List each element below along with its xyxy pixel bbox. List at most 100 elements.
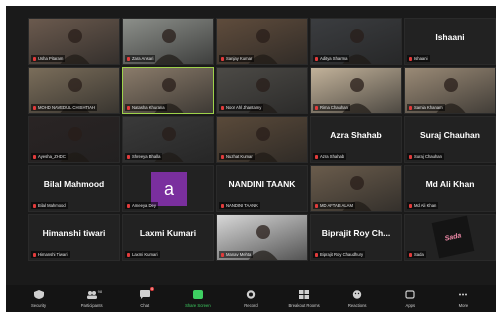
participant-name-label: NANDINI TAANK	[226, 203, 258, 208]
muted-mic-icon	[409, 56, 412, 61]
participant-name-label: Noor Ahl Jhantamy	[226, 105, 262, 110]
toolbar-label: Apps	[405, 302, 416, 308]
participants-icon: 98	[86, 289, 102, 300]
participant-tile[interactable]: NANDINI TAANK NANDINI TAANK	[216, 165, 308, 212]
toolbar-label: Record	[244, 302, 258, 308]
toolbar-apps-button[interactable]: Apps	[392, 290, 428, 308]
participant-name-label: Manav Mehta	[226, 252, 252, 257]
participant-name-label: Suraj Chauhan	[414, 154, 442, 159]
chat-unread-badge: 4	[149, 286, 154, 291]
participant-nameplate: Suraj Chauhan	[407, 153, 444, 160]
apps-icon	[404, 290, 416, 300]
participant-tile[interactable]: Azra Shahab Azra Shahab	[310, 116, 402, 163]
participant-tile[interactable]: Biprajit Roy Ch... Biprajit Roy Chaudhury	[310, 214, 402, 261]
participant-display-name: Suraj Chauhan	[420, 130, 480, 140]
muted-mic-icon	[33, 252, 36, 257]
toolbar-label: Reactions	[347, 302, 367, 308]
participant-name-label: Rima Chauhan	[320, 105, 348, 110]
participant-tile[interactable]: Natasha Khurana	[122, 67, 214, 114]
muted-mic-icon	[127, 56, 130, 61]
toolbar-participants-button[interactable]: 98 Participants	[74, 289, 110, 308]
participant-tile[interactable]: Usha Pitaram	[28, 18, 120, 65]
participant-nameplate: Usha Pitaram	[31, 55, 66, 62]
participant-tile[interactable]: Aditya Sharma	[310, 18, 402, 65]
toolbar-label: Security	[30, 302, 47, 308]
toolbar-label: Breakout Rooms	[288, 302, 320, 308]
participant-tile[interactable]: MOHD NAVEDUL CHISHTIAH	[28, 67, 120, 114]
participant-tile[interactable]: Himanshi tiwari Himanshi Tiwari	[28, 214, 120, 261]
participant-nameplate: Bilal Mahmood	[31, 202, 68, 209]
participant-nameplate: Sanjay Kumar	[219, 55, 255, 62]
participant-tile[interactable]: a Ameeya Dey	[122, 165, 214, 212]
participant-name-label: Nuzhat Kumar	[226, 154, 253, 159]
participant-display-name: Biprajit Roy Ch...	[321, 228, 391, 238]
participant-nameplate: Nuzhat Kumar	[219, 153, 255, 160]
participant-tile[interactable]: Sanjay Kumar	[216, 18, 308, 65]
muted-mic-icon	[33, 56, 36, 61]
reactions-icon	[351, 290, 363, 300]
participant-tile[interactable]: Samia Khanam	[404, 67, 496, 114]
muted-mic-icon	[315, 105, 318, 110]
toolbar-record-button[interactable]: Record	[233, 290, 269, 308]
toolbar-share-screen-button[interactable]: Share Screen	[180, 290, 216, 308]
meeting-toolbar: Security 98 Participants 4 Chat Share Screen R…	[6, 285, 496, 312]
participant-name-label: Aditya Sharma	[320, 56, 348, 61]
participant-name-label: MD AFTAB ALAM	[320, 203, 353, 208]
toolbar-shield-button[interactable]: Security	[21, 290, 57, 308]
participant-tile[interactable]: Rima Chauhan	[310, 67, 402, 114]
participant-tile[interactable]: Bilal Mahmood Bilal Mahmood	[28, 165, 120, 212]
participant-name-label: Bilal Mahmood	[38, 203, 66, 208]
meeting-window: Usha Pitaram Zara Ansari Sanjay Kumar Adity…	[6, 6, 496, 312]
participant-tile[interactable]: Laxmi Kumari Laxmi Kumari	[122, 214, 214, 261]
participant-gallery: Usha Pitaram Zara Ansari Sanjay Kumar Adity…	[28, 18, 496, 310]
participant-name-label: Ishaani	[414, 56, 428, 61]
participant-tile[interactable]: Sada Sada	[404, 214, 496, 261]
muted-mic-icon	[409, 203, 412, 208]
muted-mic-icon	[221, 203, 224, 208]
participant-name-label: Samia Khanam	[414, 105, 443, 110]
participant-tile[interactable]: Suraj Chauhan Suraj Chauhan	[404, 116, 496, 163]
toolbar-reactions-button[interactable]: Reactions	[339, 290, 375, 308]
participant-nameplate: Ishaani	[407, 55, 430, 62]
participant-display-name: Laxmi Kumari	[139, 228, 197, 238]
participant-nameplate: MD AFTAB ALAM	[313, 202, 355, 209]
muted-mic-icon	[33, 105, 36, 110]
participant-name-label: Azra Shahab	[320, 154, 345, 159]
participant-name-label: Sanjay Kumar	[226, 56, 253, 61]
participant-tile[interactable]: Md Ali Khan Md Ali Khan	[404, 165, 496, 212]
participant-nameplate: Biprajit Roy Chaudhury	[313, 251, 366, 258]
participant-name-label: Zara Ansari	[132, 56, 154, 61]
participant-nameplate: Zara Ansari	[125, 55, 156, 62]
participant-nameplate: Ameeya Dey	[125, 202, 158, 209]
participant-nameplate: Manav Mehta	[219, 251, 254, 258]
participant-tile[interactable]: Ishaani Ishaani	[404, 18, 496, 65]
shield-icon	[33, 290, 45, 300]
participant-tile[interactable]: Ayesha_ZHDC	[28, 116, 120, 163]
toolbar-more-button[interactable]: More	[445, 290, 481, 308]
participant-tile[interactable]: Shreeya Bhalla	[122, 116, 214, 163]
participant-tile[interactable]: Zara Ansari	[122, 18, 214, 65]
participant-nameplate: Ayesha_ZHDC	[31, 153, 68, 160]
participant-tile[interactable]: Manav Mehta	[216, 214, 308, 261]
participant-tile[interactable]: Nuzhat Kumar	[216, 116, 308, 163]
share-screen-icon	[192, 290, 204, 300]
participant-nameplate: Natasha Khurana	[125, 104, 167, 111]
participant-name-label: Sada	[414, 252, 424, 257]
profile-logo: Sada	[431, 215, 475, 259]
toolbar-chat-button[interactable]: 4 Chat	[127, 286, 163, 308]
participant-display-name: Md Ali Khan	[425, 179, 475, 189]
participant-display-name: Bilal Mahmood	[43, 179, 105, 189]
participant-nameplate: Azra Shahab	[313, 153, 347, 160]
participant-nameplate: Sada	[407, 251, 426, 258]
more-icon	[457, 290, 469, 300]
participant-tile[interactable]: MD AFTAB ALAM	[310, 165, 402, 212]
toolbar-label: More	[458, 302, 469, 308]
participant-nameplate: Laxmi Kumari	[125, 251, 160, 258]
breakout-rooms-icon	[298, 290, 310, 300]
chat-icon: 4	[139, 286, 154, 300]
muted-mic-icon	[221, 154, 224, 159]
participant-count: 98	[97, 288, 103, 294]
toolbar-breakout-rooms-button[interactable]: Breakout Rooms	[286, 290, 322, 308]
participant-tile[interactable]: Noor Ahl Jhantamy	[216, 67, 308, 114]
participant-nameplate: Aditya Sharma	[313, 55, 350, 62]
